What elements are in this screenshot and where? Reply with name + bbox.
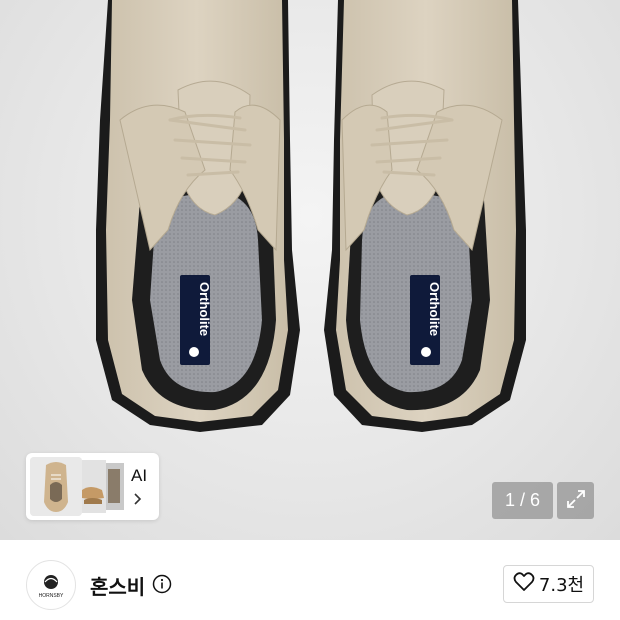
info-icon[interactable]: [152, 574, 172, 598]
ai-recommendation-card[interactable]: AI: [26, 453, 159, 520]
like-button[interactable]: 7.3천: [503, 565, 594, 603]
insole-brand-text: Ortholite: [197, 282, 212, 336]
image-page-indicator: 1 / 6: [492, 482, 553, 519]
ai-thumbnail-second: [82, 460, 106, 513]
shop-info-bar: HORNSBY 혼스비 7.3천: [0, 540, 620, 620]
chevron-right-icon: [133, 491, 143, 510]
shop-logo-avatar[interactable]: HORNSBY: [26, 560, 76, 610]
ai-label: AI: [131, 466, 148, 485]
heart-icon: [513, 572, 535, 596]
insole-brand-text-right: Ortholite: [427, 282, 442, 336]
right-shoe: Ortholite: [324, 0, 526, 432]
like-count: 7.3천: [538, 575, 585, 596]
left-shoe: Ortholite: [96, 0, 300, 432]
shop-name[interactable]: 혼스비: [90, 571, 145, 600]
expand-button[interactable]: [557, 482, 594, 519]
expand-arrows-icon: [565, 488, 587, 514]
ai-thumbnail-main: [30, 457, 82, 516]
ai-thumbnail-third: [106, 463, 124, 510]
product-image-gallery[interactable]: Ortholite Ortholite AI 1 / 6: [0, 0, 620, 540]
shop-logo-text: HORNSBY: [39, 593, 64, 599]
